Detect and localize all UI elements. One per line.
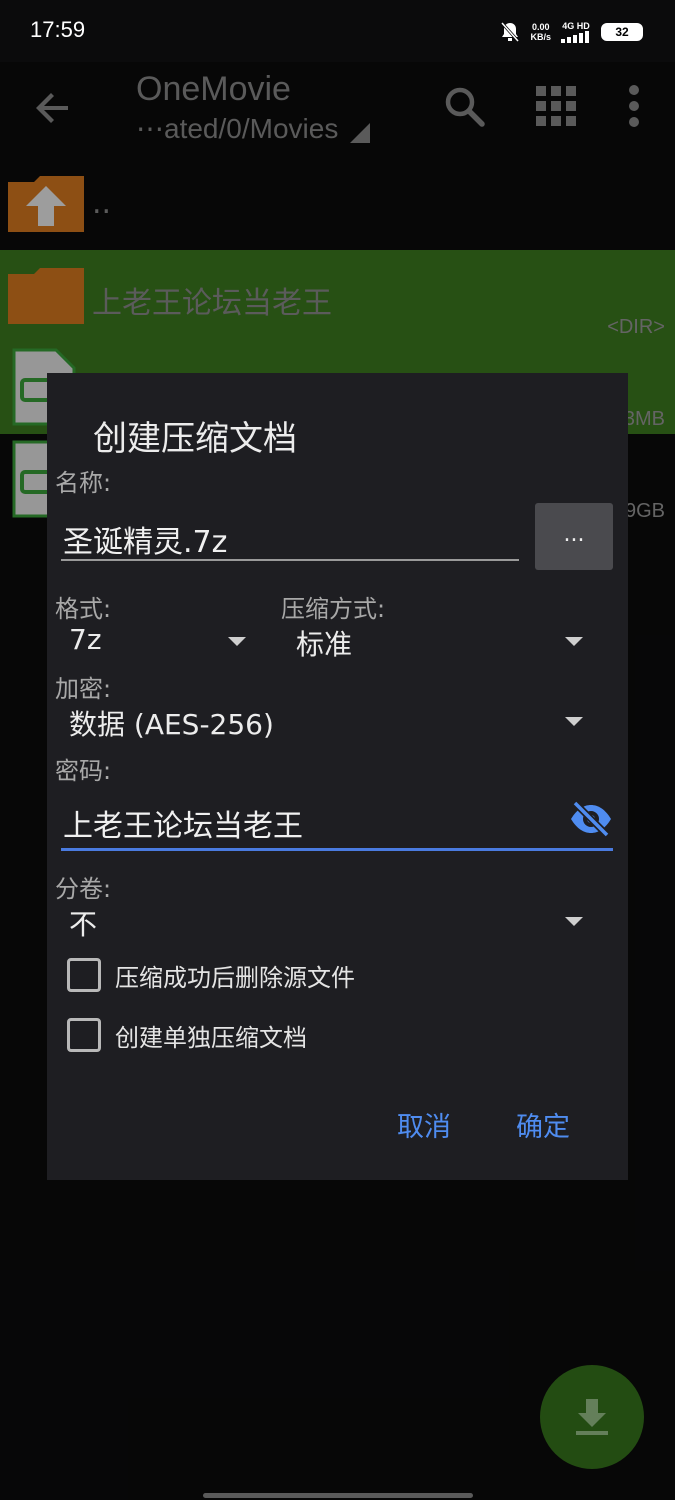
format-value: 7z — [69, 623, 102, 656]
split-label: 分卷: — [55, 875, 112, 903]
dropdown-arrow-icon — [565, 637, 583, 646]
status-icons: 0.00 KB/s 4G HD 32 — [500, 18, 643, 46]
split-value: 不 — [69, 908, 98, 941]
format-label: 格式: — [55, 595, 112, 623]
dropdown-arrow-icon — [565, 717, 583, 726]
signal-bars-icon — [561, 31, 589, 43]
password-input[interactable]: 上老王论坛当老王 — [61, 789, 613, 851]
ok-button[interactable]: 确定 — [516, 1105, 570, 1144]
status-bar: 17:59 0.00 KB/s 4G HD 32 — [0, 0, 675, 62]
visibility-off-icon[interactable] — [569, 801, 613, 837]
cancel-button[interactable]: 取消 — [397, 1105, 451, 1144]
create-archive-dialog: 创建压缩文档 名称: 圣诞精灵.7z ... 格式: 7z 压缩方式: 标准 加… — [47, 373, 628, 1180]
browse-button[interactable]: ... — [535, 503, 613, 570]
dropdown-arrow-icon — [565, 917, 583, 926]
dialog-title: 创建压缩文档 — [93, 419, 297, 459]
password-value: 上老王论坛当老王 — [63, 809, 303, 844]
status-time: 17:59 — [30, 17, 86, 42]
encrypt-value: 数据 (AES-256) — [69, 708, 274, 741]
delete-source-checkbox[interactable] — [67, 958, 101, 992]
delete-source-label: 压缩成功后删除源文件 — [115, 963, 355, 992]
method-label: 压缩方式: — [281, 595, 386, 623]
archive-name-input[interactable]: 圣诞精灵.7z — [61, 505, 519, 561]
delete-source-option[interactable]: 压缩成功后删除源文件 — [67, 957, 355, 993]
split-select[interactable]: 不 — [57, 901, 595, 945]
password-label: 密码: — [55, 757, 112, 785]
method-value: 标准 — [296, 628, 353, 661]
signal-indicator: 4G HD — [561, 21, 591, 43]
net-speed: 0.00 KB/s — [530, 22, 551, 42]
name-label: 名称: — [55, 469, 112, 497]
separate-archive-checkbox[interactable] — [67, 1018, 101, 1052]
separate-archive-label: 创建单独压缩文档 — [115, 1023, 307, 1052]
encrypt-select[interactable]: 数据 (AES-256) — [57, 701, 595, 745]
encrypt-label: 加密: — [55, 675, 112, 703]
archive-name-value: 圣诞精灵.7z — [63, 525, 228, 560]
dropdown-arrow-icon — [228, 637, 246, 646]
separate-archive-option[interactable]: 创建单独压缩文档 — [67, 1017, 307, 1053]
mute-bell-icon — [501, 22, 520, 42]
method-select[interactable]: 标准 — [283, 621, 595, 665]
format-select[interactable]: 7z — [57, 621, 257, 665]
battery-icon: 32 — [601, 23, 643, 41]
